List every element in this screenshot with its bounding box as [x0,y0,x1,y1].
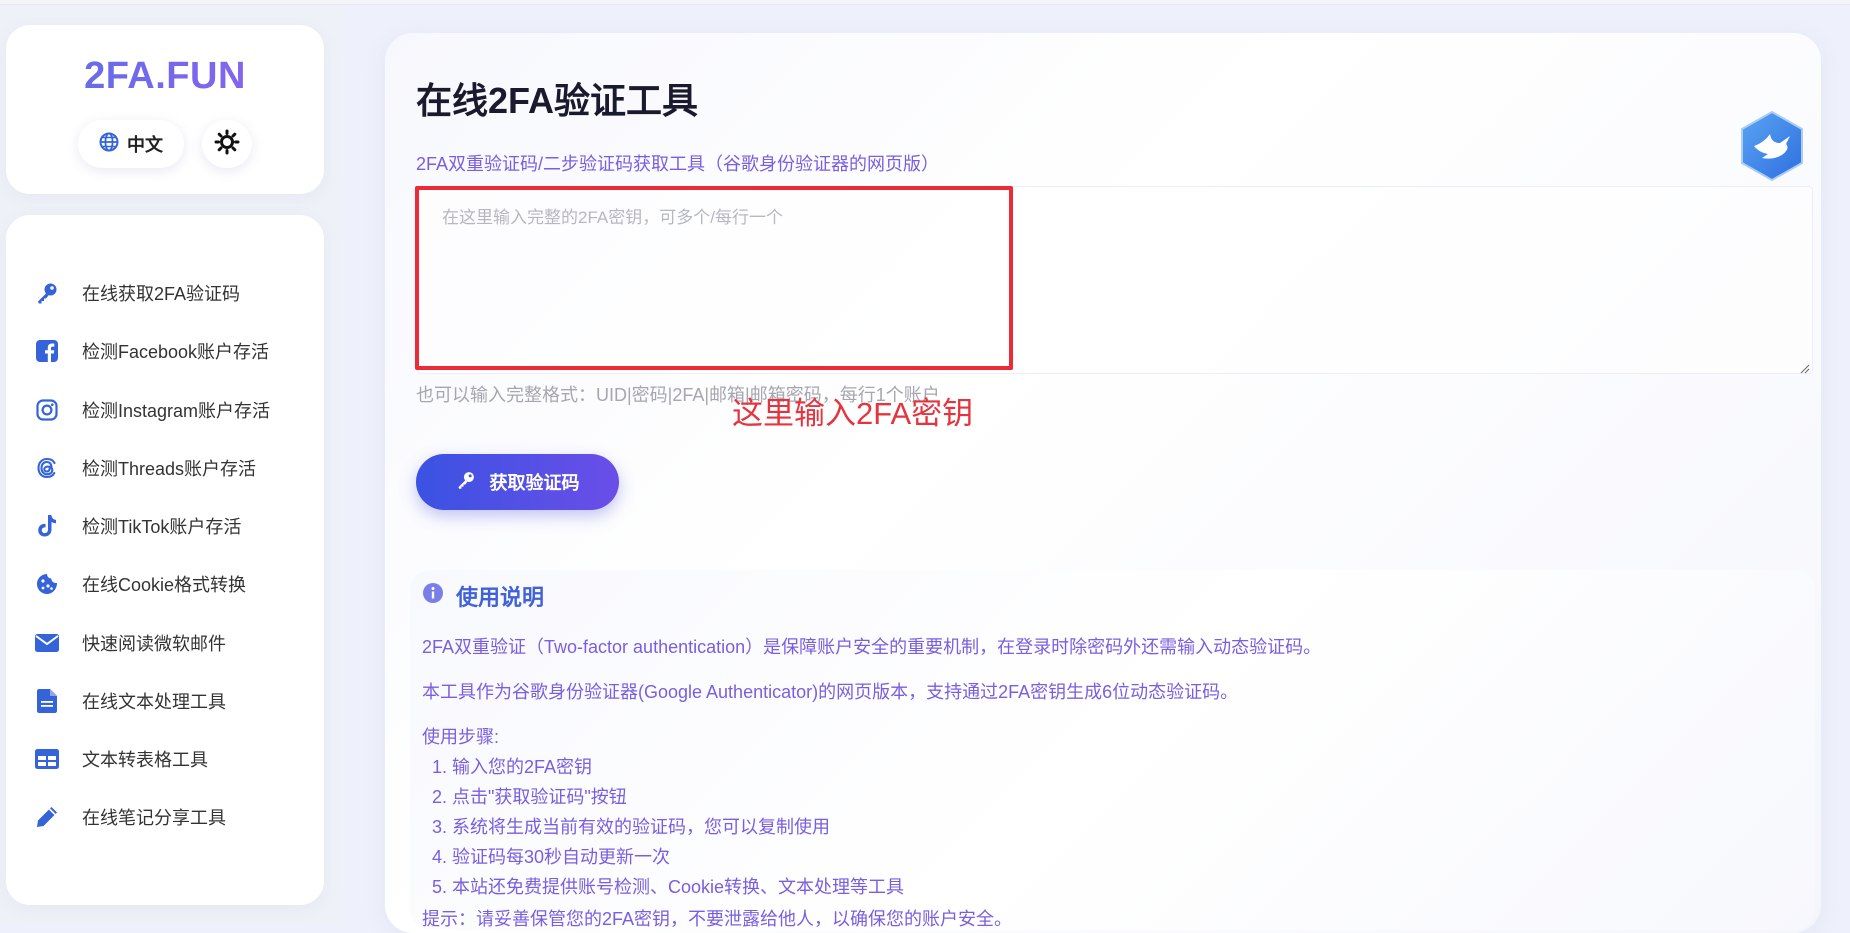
key-icon [34,280,60,306]
table-icon [34,746,60,772]
key-icon [456,470,476,495]
sidebar-item-microsoft-mail[interactable]: 快速阅读微软邮件 [34,623,314,663]
facebook-icon [34,338,60,364]
annotation-highlight-box [415,186,1013,370]
sidebar-item-notes[interactable]: 在线笔记分享工具 [34,797,314,837]
usage-title: 使用说明 [422,580,544,612]
bird-badge-icon[interactable] [1738,110,1806,182]
language-button[interactable]: 中文 [78,120,184,168]
sidebar-item-label: 检测Facebook账户存活 [82,342,270,362]
usage-step: 4. 验证码每30秒自动更新一次 [432,847,671,867]
sidebar-item-label: 在线文本处理工具 [82,692,226,712]
usage-tip: 提示：请妥善保管您的2FA密钥，不要泄露给他人，以确保您的账户安全。 [422,909,1013,929]
globe-icon [99,132,119,157]
annotation-text: 这里输入2FA密钥 [732,396,974,431]
sidebar-item-2fa[interactable]: 在线获取2FA验证码 [34,273,314,313]
sidebar-item-label: 检测Instagram账户存活 [82,401,271,421]
sidebar-item-tiktok[interactable]: 检测TikTok账户存活 [34,506,314,546]
brand-card: 2FA.FUN [6,25,324,194]
envelope-icon [34,630,60,656]
info-icon [422,582,444,610]
usage-step: 1. 输入您的2FA密钥 [432,757,593,777]
page-title: 在线2FA验证工具 [416,80,699,121]
page-subtitle: 2FA双重验证码/二步验证码获取工具（谷歌身份验证器的网页版） [416,154,940,174]
usage-step: 2. 点击"获取验证码"按钮 [432,787,627,807]
usage-steps-label: 使用步骤: [422,727,500,747]
sidebar-item-label: 在线笔记分享工具 [82,808,226,828]
usage-step: 5. 本站还免费提供账号检测、Cookie转换、文本处理等工具 [432,877,905,897]
sidebar-item-label: 检测Threads账户存活 [82,459,257,479]
resize-handle-icon[interactable] [1800,361,1810,374]
get-code-button[interactable]: 获取验证码 [416,454,619,510]
sidebar-item-label: 快速阅读微软邮件 [82,634,226,654]
sidebar-item-facebook[interactable]: 检测Facebook账户存活 [34,331,314,371]
sidebar-item-instagram[interactable]: 检测Instagram账户存活 [34,390,314,430]
sidebar-item-label: 文本转表格工具 [82,750,208,770]
threads-icon [34,455,60,481]
sidebar-item-text-to-table[interactable]: 文本转表格工具 [34,739,314,779]
theme-toggle-button[interactable] [202,120,252,168]
usage-step: 3. 系统将生成当前有效的验证码，您可以复制使用 [432,817,831,837]
sidebar-item-threads[interactable]: 检测Threads账户存活 [34,448,314,488]
usage-title-text: 使用说明 [456,585,545,610]
tiktok-icon [34,513,60,539]
file-icon [34,688,60,714]
sidebar-item-label: 检测TikTok账户存活 [82,517,242,537]
language-label: 中文 [127,135,163,155]
sidebar-item-label: 在线获取2FA验证码 [82,284,241,304]
usage-paragraph-2: 本工具作为谷歌身份验证器(Google Authenticator)的网页版本，… [422,682,1239,702]
sidebar-item-text-tool[interactable]: 在线文本处理工具 [34,681,314,721]
instagram-icon [34,397,60,423]
usage-paragraph-1: 2FA双重验证（Two-factor authentication）是保障账户安… [422,637,1322,657]
sidebar-item-label: 在线Cookie格式转换 [82,575,247,595]
site-logo[interactable]: 2FA.FUN [6,55,324,98]
sun-icon [214,129,240,160]
get-code-label: 获取验证码 [489,473,580,493]
sidebar-item-cookie[interactable]: 在线Cookie格式转换 [34,564,314,604]
pencil-icon [34,804,60,830]
cookie-icon [34,571,60,597]
